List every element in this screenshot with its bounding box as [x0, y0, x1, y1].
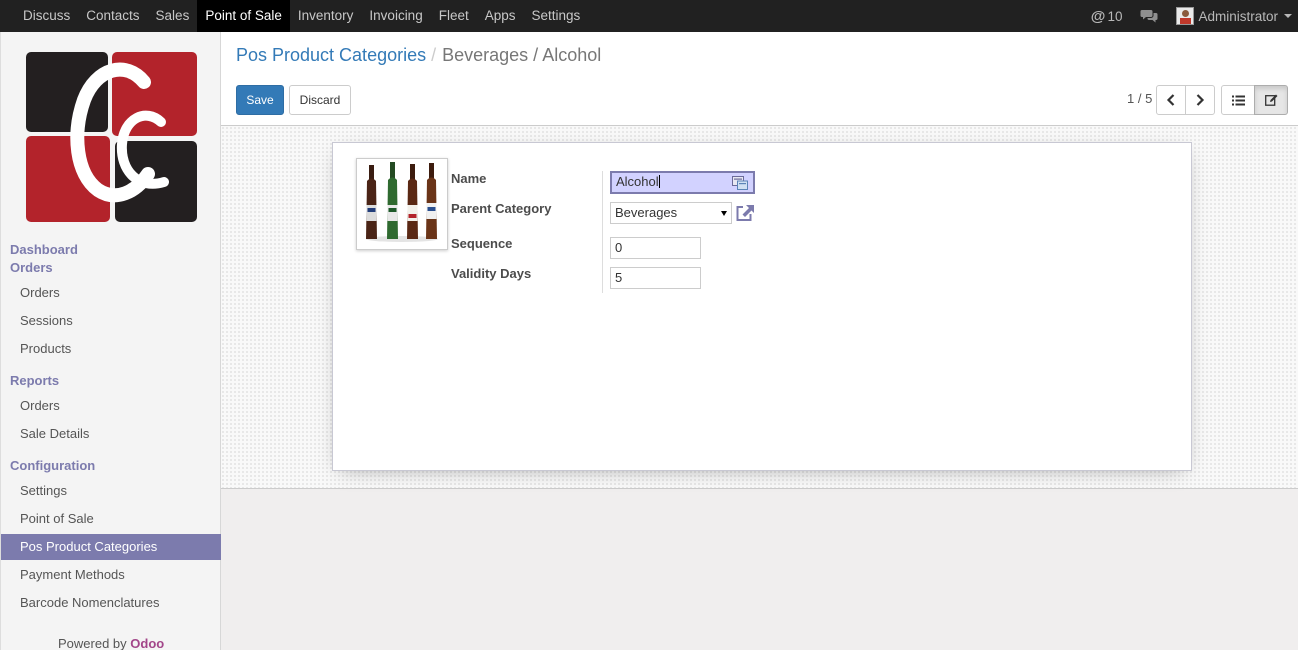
- mentions-count: 10: [1107, 8, 1123, 24]
- save-button[interactable]: Save: [236, 85, 284, 115]
- discard-button[interactable]: Discard: [289, 85, 351, 115]
- list-view-button[interactable]: [1221, 85, 1255, 115]
- validity-days-field[interactable]: 5: [610, 267, 701, 289]
- menu-heading-configuration[interactable]: Configuration: [10, 458, 95, 473]
- powered-by: Powered by Odoo: [58, 636, 164, 650]
- user-menu[interactable]: Administrator: [1176, 7, 1292, 25]
- app-sales[interactable]: Sales: [148, 0, 198, 32]
- powered-by-label: Powered by: [58, 636, 127, 650]
- chat-button[interactable]: [1140, 9, 1158, 23]
- parent-category-select[interactable]: Beverages: [610, 202, 732, 224]
- app-contacts[interactable]: Contacts: [78, 0, 147, 32]
- edit-icon: [1264, 94, 1277, 106]
- sidebar-item-orders[interactable]: Orders: [1, 280, 221, 306]
- sidebar-item-barcode-nomenclatures[interactable]: Barcode Nomenclatures: [1, 590, 221, 616]
- sidebar-item-sessions[interactable]: Sessions: [1, 308, 221, 334]
- breadcrumb-current: Beverages / Alcohol: [442, 45, 602, 65]
- sequence-value: 0: [615, 240, 623, 255]
- systray: @ 10 Administrator: [1091, 0, 1298, 32]
- comments-icon: [1140, 10, 1158, 23]
- list-icon: [1231, 95, 1245, 105]
- sidebar-item-settings[interactable]: Settings: [1, 478, 221, 504]
- category-image[interactable]: [356, 158, 448, 250]
- caret-down-icon: [721, 211, 727, 216]
- app-fleet[interactable]: Fleet: [431, 0, 477, 32]
- name-label: Name: [451, 171, 487, 186]
- field-separator: [602, 171, 603, 293]
- menu-heading-orders[interactable]: Orders: [10, 260, 53, 275]
- pager-next-button[interactable]: [1185, 85, 1215, 115]
- app-discuss[interactable]: Discuss: [15, 0, 78, 32]
- breadcrumb: Pos Product Categories / Beverages / Alcoh…: [236, 45, 601, 66]
- sidebar-item-reports-orders[interactable]: Orders: [1, 393, 221, 419]
- at-icon: @: [1090, 7, 1106, 25]
- avatar: [1176, 7, 1195, 25]
- app-inventory[interactable]: Inventory: [290, 0, 362, 32]
- mentions-button[interactable]: @ 10: [1091, 8, 1123, 25]
- name-field[interactable]: Alcohol: [610, 171, 755, 194]
- validity-days-label: Validity Days: [451, 266, 532, 281]
- beer-bottles-image: [366, 162, 438, 242]
- sidebar-item-pos-product-categories[interactable]: Pos Product Categories: [1, 534, 221, 560]
- odoo-link[interactable]: Odoo: [130, 636, 164, 650]
- caret-down-icon: [1284, 14, 1292, 18]
- sidebar-item-products[interactable]: Products: [1, 336, 221, 362]
- sidebar-item-sale-details[interactable]: Sale Details: [1, 421, 221, 447]
- text-cursor: [658, 175, 660, 188]
- company-logo: [26, 52, 197, 222]
- app-settings[interactable]: Settings: [524, 0, 589, 32]
- pager-value: 1 / 5: [1127, 91, 1153, 106]
- parent-category-value: Beverages: [615, 205, 678, 220]
- parent-category-label: Parent Category: [451, 201, 552, 216]
- control-panel: Pos Product Categories / Beverages / Alcoh…: [221, 32, 1298, 126]
- sequence-label: Sequence: [451, 236, 513, 251]
- sidebar-item-point-of-sale[interactable]: Point of Sale: [1, 506, 221, 532]
- form-view-area: Name Parent Category Sequence Validity D…: [221, 126, 1298, 489]
- app-menu: Discuss Contacts Sales Point of Sale Inv…: [15, 0, 588, 32]
- validity-days-value: 5: [615, 270, 623, 285]
- app-invoicing[interactable]: Invoicing: [361, 0, 430, 32]
- pager-previous-button[interactable]: [1156, 85, 1186, 115]
- breadcrumb-separator: /: [431, 45, 437, 65]
- menu-heading-reports[interactable]: Reports: [10, 373, 59, 388]
- external-link-icon[interactable]: [735, 204, 755, 222]
- name-field-value: Alcohol: [616, 174, 659, 189]
- sidebar: Dashboard Orders Orders Sessions Product…: [0, 32, 221, 650]
- form-view-button[interactable]: [1254, 85, 1288, 115]
- top-navbar: Discuss Contacts Sales Point of Sale Inv…: [0, 0, 1298, 32]
- sidebar-item-payment-methods[interactable]: Payment Methods: [1, 562, 221, 588]
- form-sheet: Name Parent Category Sequence Validity D…: [332, 142, 1192, 471]
- breadcrumb-parent[interactable]: Pos Product Categories: [236, 45, 426, 65]
- sequence-field[interactable]: 0: [610, 237, 701, 259]
- chevron-left-icon: [1166, 94, 1175, 106]
- chevron-right-icon: [1196, 94, 1205, 106]
- translate-icon[interactable]: [732, 176, 748, 190]
- menu-heading-dashboard[interactable]: Dashboard: [10, 242, 78, 257]
- app-apps[interactable]: Apps: [477, 0, 524, 32]
- user-name: Administrator: [1198, 8, 1278, 24]
- app-point-of-sale[interactable]: Point of Sale: [197, 0, 290, 32]
